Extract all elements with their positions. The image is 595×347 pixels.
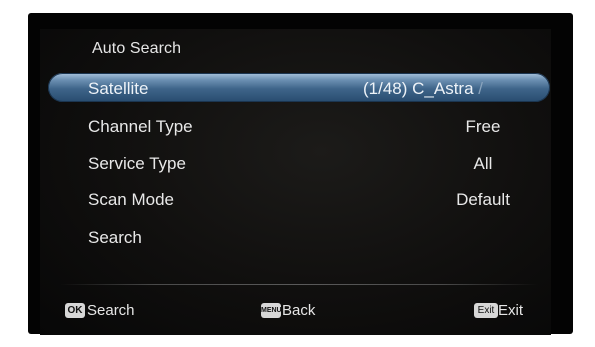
menu-title: Auto Search: [92, 40, 182, 57]
row-label: Satellite: [88, 79, 149, 98]
row-label: Scan Mode: [88, 190, 174, 209]
row-label: Search: [88, 228, 142, 247]
menu-row-channel-type[interactable]: Channel Type Free: [48, 111, 550, 141]
row-value: Free: [465, 117, 501, 136]
menu-row-service-type[interactable]: Service Type All: [48, 148, 550, 178]
row-value: Default: [456, 190, 510, 209]
hint-menu-back[interactable]: MENU Back: [261, 302, 361, 320]
hint-ok-search[interactable]: OK Search: [65, 302, 175, 320]
menu-row-scan-mode[interactable]: Scan Mode Default: [48, 184, 550, 214]
hint-label: Back: [282, 302, 316, 319]
hint-exit[interactable]: Exit Exit: [474, 302, 554, 320]
row-value: All: [473, 154, 493, 173]
hint-label: Search: [87, 302, 135, 319]
exit-key-icon: Exit: [474, 303, 498, 318]
row-value: (1/48) C_Astra /: [363, 79, 483, 99]
footer-divider: [60, 284, 538, 285]
row-label: Channel Type: [88, 117, 193, 136]
menu-key-icon: MENU: [261, 303, 282, 318]
hint-label: Exit: [498, 302, 524, 319]
menu-row-satellite[interactable]: Satellite (1/48) C_Astra /: [48, 73, 550, 103]
satellite-value-suffix: /: [473, 79, 483, 98]
menu-row-search[interactable]: Search: [48, 222, 550, 252]
satellite-value: (1/48) C_Astra: [363, 79, 474, 98]
row-label: Service Type: [88, 154, 186, 173]
ok-key-icon: OK: [65, 303, 85, 318]
